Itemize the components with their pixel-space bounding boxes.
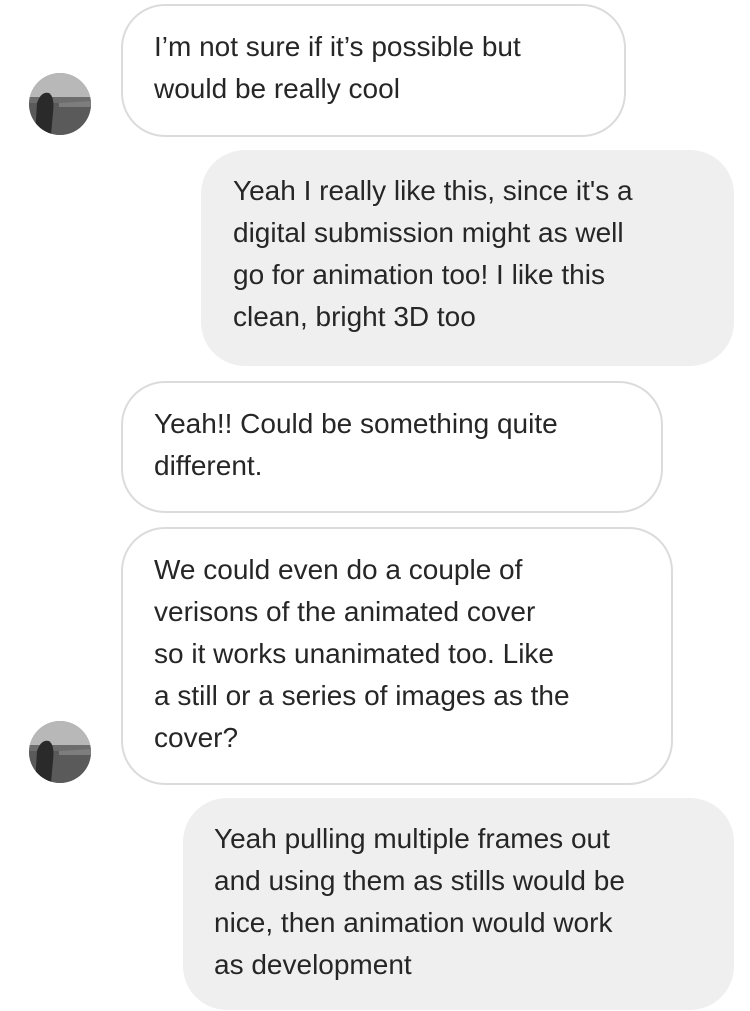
message-bubble-incoming[interactable]: Yeah!! Could be something quite differen… (121, 381, 663, 513)
profile-photo-avatar-icon (29, 73, 91, 135)
profile-photo-avatar-icon (29, 721, 91, 783)
message-bubble-incoming[interactable]: I’m not sure if it’s possible but would … (121, 4, 626, 137)
message-bubble-outgoing[interactable]: Yeah I really like this, since it's a di… (201, 150, 734, 366)
message-bubble-outgoing[interactable]: Yeah pulling multiple frames out and usi… (183, 798, 734, 1010)
message-bubble-incoming[interactable]: We could even do a couple of verisons of… (121, 527, 673, 785)
sender-avatar-icon[interactable] (29, 73, 91, 135)
sender-avatar-icon[interactable] (29, 721, 91, 783)
